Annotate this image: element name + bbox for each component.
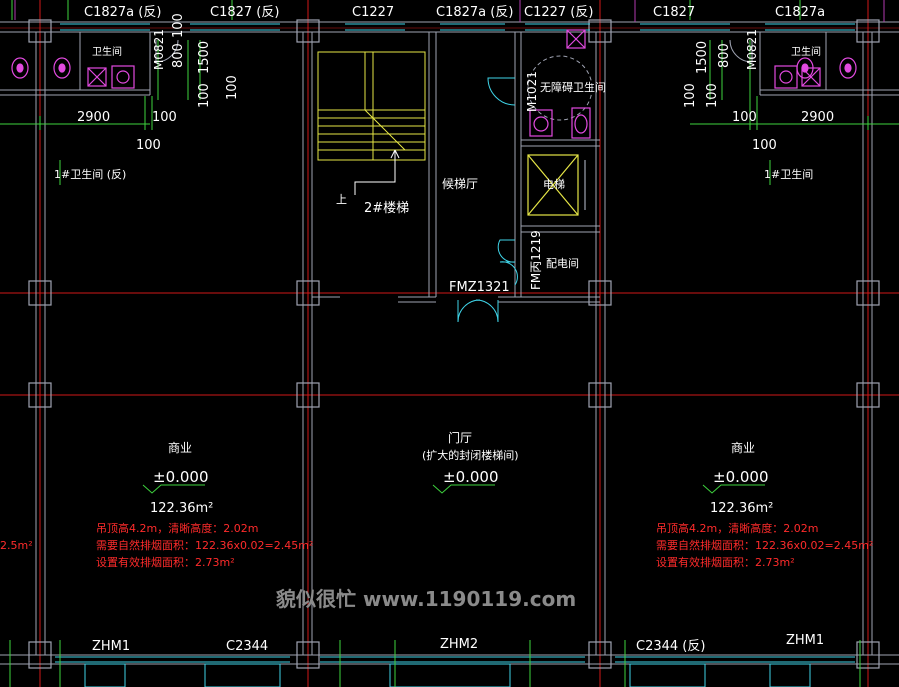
window-label-6: C1827 — [653, 5, 695, 20]
dim-2900-right: 2900 — [801, 110, 834, 125]
area-commercial-left: 122.36m² — [150, 501, 213, 516]
dim-100-left-b: 100 — [136, 138, 161, 153]
level-lobby: ±0.000 — [443, 468, 499, 486]
note-right-2: 需要自然排烟面积：122.36x0.02=2.45m² — [656, 538, 873, 552]
room-label-commercial-right: 商业 — [731, 440, 755, 455]
window-label-c2344-right: C2344 (反) — [636, 639, 705, 654]
door-tag-m0821-right: M0821 — [745, 29, 759, 70]
window-label-2: C1827 (反) — [210, 5, 279, 20]
window-label-3: C1227 — [352, 5, 394, 20]
room-label-lobby: 门厅 — [448, 430, 472, 445]
room-label-electrical: 配电间 — [546, 257, 579, 270]
door-tag-m1021: M1021 — [525, 71, 539, 112]
dim-100-mid-left: 100 — [197, 83, 212, 108]
dim-100-mid-right: 100 — [683, 83, 698, 108]
stair-up-label: 上 — [336, 193, 347, 206]
room-label-waiting: 候梯厅 — [442, 177, 478, 191]
note-left-2: 需要自然排烟面积：122.36x0.02=2.45m² — [96, 538, 313, 552]
door-label-zhm2: ZHM2 — [440, 637, 478, 652]
door-tag-m0821-left: M0821 — [152, 29, 166, 70]
room-label-stair: 2#楼梯 — [364, 201, 409, 216]
window-label-4: C1827a (反) — [436, 5, 513, 20]
stair-arrow — [354, 149, 400, 195]
dim-1500-right: 1500 — [695, 41, 710, 74]
room-label-commercial-left: 商业 — [168, 440, 192, 455]
dim-1500-left: 1500 — [197, 41, 212, 74]
door-tag-fmz1321: FMZ1321 — [449, 280, 510, 295]
tag-right-wc: 1#卫生间 — [764, 167, 813, 181]
cad-canvas[interactable]: C1827a (反) C1827 (反) C1227 C1827a (反) C1… — [0, 0, 899, 687]
room-label-right-wc: 卫生间 — [791, 45, 821, 58]
stair-drawing — [317, 51, 426, 161]
window-label-5: C1227 (反) — [524, 5, 593, 20]
room-label-lobby-sub: (扩大的封闭楼梯间) — [422, 448, 519, 462]
tag-left-wc: 1#卫生间 (反) — [54, 167, 126, 181]
note-edge-left: 2.5m² — [0, 539, 33, 552]
dim-800-left: 800 — [171, 43, 186, 68]
note-right-3: 设置有效排烟面积：2.73m² — [656, 555, 795, 569]
door-tag-fm1219: FM丙1219 — [529, 230, 543, 290]
note-left-3: 设置有效排烟面积：2.73m² — [96, 555, 235, 569]
level-markers — [142, 484, 765, 494]
note-left-1: 吊顶高4.2m，清晰高度：2.02m — [96, 521, 258, 535]
area-commercial-right: 122.36m² — [710, 501, 773, 516]
door-label-zhm1-right: ZHM1 — [786, 633, 824, 648]
dim-100-top-left: 100 — [171, 13, 186, 38]
bottom-windows — [55, 656, 855, 687]
window-label-7: C1827a — [775, 5, 825, 20]
dim-100-left-a: 100 — [152, 110, 177, 125]
room-label-accessible-wc: 无障碍卫生间 — [540, 80, 606, 94]
window-label-1: C1827a (反) — [84, 5, 161, 20]
dim-100-right-a: 100 — [732, 110, 757, 125]
dim-100-right-b: 100 — [752, 138, 777, 153]
watermark: 貌似很忙 www.1190119.com — [275, 587, 576, 611]
window-label-c2344-left: C2344 — [226, 639, 268, 654]
note-right-1: 吊顶高4.2m，清晰高度：2.02m — [656, 521, 818, 535]
door-label-zhm1-left: ZHM1 — [92, 639, 130, 654]
dim-800-right: 800 — [717, 43, 732, 68]
room-label-left-wc: 卫生间 — [92, 45, 122, 58]
floor-plan-drawing: C1827a (反) C1827 (反) C1227 C1827a (反) C1… — [0, 0, 899, 687]
dim-100-side-right: 100 — [705, 83, 720, 108]
axis-lines — [0, 0, 899, 687]
level-commercial-left: ±0.000 — [153, 468, 209, 486]
dimension-lines — [0, 0, 899, 687]
dim-100-side-left: 100 — [225, 75, 240, 100]
level-commercial-right: ±0.000 — [713, 468, 769, 486]
room-label-elevator: 电梯 — [543, 178, 565, 191]
dim-2900-left: 2900 — [77, 110, 110, 125]
